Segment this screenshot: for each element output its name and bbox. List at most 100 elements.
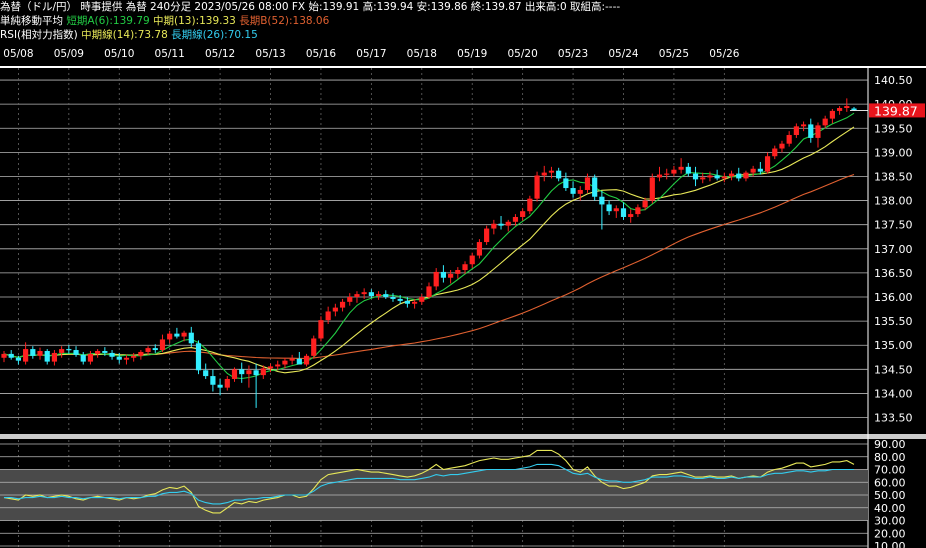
candle-body xyxy=(412,301,418,304)
date-label: 05/26 xyxy=(709,48,740,60)
candle-body xyxy=(332,307,338,312)
candle-body xyxy=(844,106,850,109)
candle-body xyxy=(440,271,446,278)
candle-body xyxy=(692,173,699,180)
price-tick-label: 137.50 xyxy=(874,219,913,232)
candle-body xyxy=(15,357,21,361)
candle-body xyxy=(253,370,259,376)
candle-body xyxy=(109,352,115,357)
candle-body xyxy=(397,298,403,301)
price-axis: 133.50 134.00 134.50 135.00 135.50 136.00 136.… xyxy=(850,74,925,425)
candle-body xyxy=(728,173,735,177)
candle-body xyxy=(678,166,684,170)
candle-body xyxy=(44,351,50,362)
price-tick-label: 136.50 xyxy=(874,267,913,280)
rsi-tick-label: 70.00 xyxy=(874,464,906,477)
candle-body xyxy=(66,349,72,351)
candle-body xyxy=(30,349,36,356)
candle-body xyxy=(498,223,504,226)
candle-body xyxy=(800,124,807,127)
candle-body xyxy=(822,118,828,126)
rsi-tick-label: 10.00 xyxy=(874,540,906,548)
candle-body xyxy=(152,348,158,351)
candle-body xyxy=(520,211,526,217)
candle-body xyxy=(260,368,266,376)
candles xyxy=(1,98,857,408)
candle-body xyxy=(541,172,547,176)
candle-body xyxy=(484,228,490,243)
candle-body xyxy=(375,294,382,297)
candle-body xyxy=(282,360,288,365)
candle-body xyxy=(1,353,7,358)
candle-body xyxy=(808,124,814,138)
rsi-tick-label: 20.00 xyxy=(874,527,906,540)
candle-body xyxy=(131,355,137,358)
candle-body xyxy=(138,351,144,356)
candle-body xyxy=(620,208,627,217)
moving-averages xyxy=(3,112,855,380)
candle-body xyxy=(476,242,483,256)
candle-body xyxy=(181,332,187,337)
panel-separator xyxy=(0,434,926,439)
candle-body xyxy=(325,311,331,321)
candle-body xyxy=(231,369,238,379)
candle-body xyxy=(577,189,583,194)
candle-body xyxy=(87,353,94,362)
candle-body xyxy=(505,221,511,226)
price-tick-label: 133.50 xyxy=(874,412,913,425)
candle-body xyxy=(448,273,454,278)
candle-body xyxy=(700,177,706,180)
candle-body xyxy=(628,214,634,217)
candle-body xyxy=(671,169,677,174)
candle-body xyxy=(339,301,346,308)
price-tick-label: 135.50 xyxy=(874,315,913,328)
candle-body xyxy=(224,378,230,388)
candle-body xyxy=(59,349,65,353)
candle-body xyxy=(426,286,432,298)
price-tick-label: 139.00 xyxy=(874,146,913,159)
ma-long-line xyxy=(3,173,855,359)
candle-body xyxy=(772,148,778,157)
candle-body xyxy=(707,175,713,178)
candle-body xyxy=(267,366,274,369)
candle-body xyxy=(635,207,641,215)
candle-body xyxy=(743,172,749,179)
candle-body xyxy=(721,176,727,179)
date-label: 05/19 xyxy=(457,48,487,60)
candle-body xyxy=(592,177,598,197)
date-label: 05/20 xyxy=(508,48,538,60)
candle-body xyxy=(123,357,130,360)
candle-body xyxy=(95,351,101,354)
candle-body xyxy=(174,333,180,337)
candle-body xyxy=(318,320,324,339)
date-label: 05/13 xyxy=(255,48,285,60)
date-label: 05/09 xyxy=(54,48,84,60)
date-label: 05/11 xyxy=(155,48,185,60)
price-tick-label: 136.00 xyxy=(874,291,913,304)
date-label: 05/16 xyxy=(306,48,337,60)
candle-body xyxy=(527,198,533,212)
candle-body xyxy=(815,125,821,138)
candle-body xyxy=(649,177,655,201)
candle-body xyxy=(714,175,720,179)
date-label: 05/08 xyxy=(3,48,33,60)
candle-body xyxy=(73,350,79,355)
rsi-tick-label: 60.00 xyxy=(874,476,906,489)
candlestick-chart[interactable]: 05/08 05/09 05/10 05/11 05/12 05/13 05/16 05/17… xyxy=(0,0,926,548)
candle-body xyxy=(159,339,166,351)
candle-body xyxy=(37,351,43,356)
candle-body xyxy=(757,168,763,172)
candle-body xyxy=(203,370,209,377)
candle-body xyxy=(347,297,353,302)
candle-body xyxy=(685,166,691,174)
candle-body xyxy=(642,200,648,208)
candle-body xyxy=(8,353,14,358)
rsi-panel: 10.0020.0030.0040.0050.0060.0070.0080.00… xyxy=(0,438,906,548)
candle-body xyxy=(296,358,302,365)
candle-body xyxy=(167,333,173,340)
candle-body xyxy=(246,370,252,375)
ma-mid-line xyxy=(3,126,855,374)
candle-body xyxy=(195,343,202,371)
candle-body xyxy=(433,271,439,287)
date-label: 05/10 xyxy=(104,48,134,60)
